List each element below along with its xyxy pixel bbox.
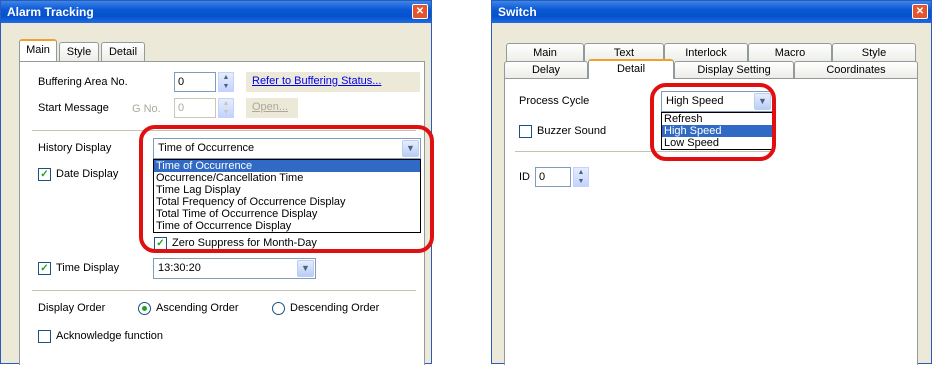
buzzer-sound-label: Buzzer Sound: [537, 125, 607, 137]
chevron-down-icon[interactable]: ▼: [402, 140, 419, 157]
date-display-label: Date Display: [56, 168, 119, 180]
buffering-area-label: Buffering Area No.: [38, 76, 128, 88]
tab-main[interactable]: Main: [19, 39, 57, 61]
process-cycle-option[interactable]: Refresh: [662, 113, 772, 125]
tab-interlock[interactable]: Interlock: [664, 43, 748, 63]
time-display-label: Time Display: [56, 262, 120, 274]
process-cycle-value: High Speed: [666, 95, 724, 107]
alarm-title: Alarm Tracking: [7, 5, 94, 19]
date-display-checkbox[interactable]: ✓: [38, 168, 51, 181]
tab-macro[interactable]: Macro: [748, 43, 832, 63]
history-display-dropdown: Time of Occurrence Occurrence/Cancellati…: [153, 159, 421, 233]
tab-detail[interactable]: Detail: [588, 59, 674, 79]
ascending-radio[interactable]: [138, 302, 151, 315]
tab-style[interactable]: Style: [832, 43, 916, 63]
tab-delay[interactable]: Delay: [504, 61, 588, 79]
display-order-label: Display Order: [38, 302, 106, 314]
history-display-label: History Display: [38, 142, 112, 154]
tab-detail[interactable]: Detail: [101, 42, 145, 62]
start-message-label: Start Message: [38, 102, 109, 114]
refer-buffering-link[interactable]: Refer to Buffering Status...: [252, 75, 381, 87]
process-cycle-dropdown: Refresh High Speed Low Speed: [661, 112, 773, 150]
tab-display-setting[interactable]: Display Setting: [674, 61, 794, 79]
open-link[interactable]: Open...: [252, 101, 288, 113]
gno-input[interactable]: 0: [174, 98, 216, 118]
history-option[interactable]: Time Lag Display: [154, 184, 420, 196]
acknowledge-checkbox[interactable]: [38, 330, 51, 343]
history-option[interactable]: Total Frequency of Occurrence Display: [154, 196, 420, 208]
spin-icon[interactable]: ▲ ▼: [573, 167, 589, 187]
acknowledge-label: Acknowledge function: [56, 330, 164, 342]
open-button[interactable]: Open...: [246, 98, 298, 118]
process-cycle-option[interactable]: Low Speed: [662, 137, 772, 149]
history-option[interactable]: Time of Occurrence: [154, 160, 420, 172]
tab-main[interactable]: Main: [506, 43, 584, 63]
close-icon[interactable]: ✕: [412, 4, 428, 19]
tab-style[interactable]: Style: [59, 42, 99, 62]
id-label: ID: [519, 171, 530, 183]
process-cycle-option[interactable]: High Speed: [662, 125, 772, 137]
spin-icon[interactable]: ▲ ▼: [218, 72, 234, 92]
descending-label: Descending Order: [290, 302, 380, 314]
buffering-area-input[interactable]: 0: [174, 72, 216, 92]
switch-detail-panel: Process Cycle High Speed ▼ Refresh High …: [504, 78, 918, 365]
zero-suppress-checkbox[interactable]: ✓: [154, 237, 167, 250]
divider: [515, 151, 775, 152]
history-option[interactable]: Time of Occurrence Display: [154, 220, 420, 232]
zero-suppress-label: Zero Suppress for Month-Day: [172, 237, 317, 249]
id-input[interactable]: 0: [535, 167, 571, 187]
tab-coordinates[interactable]: Coordinates: [794, 61, 918, 79]
descending-radio[interactable]: [272, 302, 285, 315]
buzzer-sound-checkbox[interactable]: [519, 125, 532, 138]
switch-title-bar[interactable]: Switch ✕: [492, 1, 931, 23]
alarm-tracking-dialog: Alarm Tracking ✕ Main Style Detail Buffe…: [0, 0, 434, 365]
switch-title: Switch: [498, 5, 537, 19]
divider: [32, 290, 416, 291]
history-option[interactable]: Total Time of Occurrence Display: [154, 208, 420, 220]
chevron-down-icon[interactable]: ▼: [754, 93, 771, 110]
spin-icon[interactable]: ▲ ▼: [218, 98, 234, 118]
history-display-select[interactable]: Time of Occurrence ▼: [153, 138, 421, 159]
refer-buffering-button[interactable]: Refer to Buffering Status...: [246, 72, 420, 92]
process-cycle-label: Process Cycle: [519, 95, 590, 107]
alarm-main-panel: Buffering Area No. 0 ▲ ▼ Refer to Bufferi…: [19, 61, 425, 365]
history-display-value: Time of Occurrence: [158, 142, 255, 154]
switch-dialog: Switch ✕ Main Text Interlock Macro Style…: [491, 0, 932, 365]
history-option[interactable]: Occurrence/Cancellation Time: [154, 172, 420, 184]
time-display-checkbox[interactable]: ✓: [38, 262, 51, 275]
time-format-value: 13:30:20: [158, 262, 201, 274]
ascending-label: Ascending Order: [156, 302, 239, 314]
divider: [32, 130, 416, 131]
gno-label: G No.: [132, 103, 161, 115]
chevron-down-icon[interactable]: ▼: [297, 260, 314, 277]
time-format-select[interactable]: 13:30:20 ▼: [153, 258, 316, 279]
close-icon[interactable]: ✕: [912, 4, 928, 19]
process-cycle-select[interactable]: High Speed ▼: [661, 91, 773, 112]
alarm-title-bar[interactable]: Alarm Tracking ✕: [1, 1, 431, 23]
